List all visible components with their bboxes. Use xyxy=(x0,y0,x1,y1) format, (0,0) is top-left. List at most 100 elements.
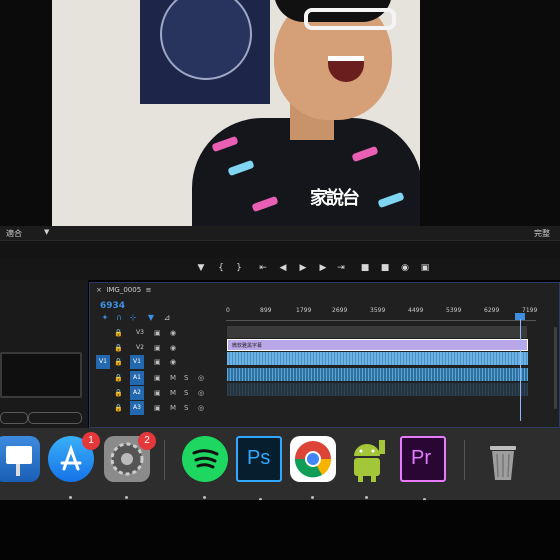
export-frame-icon[interactable]: ◉ xyxy=(398,261,412,275)
sync-lock-icon[interactable]: ▣ xyxy=(154,329,161,337)
mute-button[interactable]: M xyxy=(170,389,176,397)
mute-button[interactable]: M xyxy=(170,404,176,412)
spotify-icon[interactable] xyxy=(182,436,228,499)
step-back-icon[interactable]: ◀ xyxy=(276,261,290,275)
notification-badge: 1 xyxy=(82,432,100,450)
fit-dropdown[interactable]: 適合 xyxy=(6,228,22,239)
empty-track-area[interactable] xyxy=(227,326,527,338)
macos-dock: 1 2 Ps Pr xyxy=(0,428,560,501)
chevron-down-icon[interactable]: ▼ xyxy=(44,228,49,236)
audio-clip-a2[interactable] xyxy=(227,383,528,396)
add-marker-icon[interactable]: ▼ xyxy=(146,313,156,323)
play-icon[interactable]: ▶ xyxy=(296,261,310,275)
track-header-a1[interactable]: 🔒 A1 ▣ M S ◎ xyxy=(96,371,218,385)
keynote-icon[interactable] xyxy=(0,436,40,482)
marker-icon[interactable]: ▼ xyxy=(194,261,208,275)
lock-icon[interactable]: 🔒 xyxy=(114,344,123,352)
sync-lock-icon[interactable]: ▣ xyxy=(154,344,161,352)
sync-lock-icon[interactable]: ▣ xyxy=(154,374,161,382)
ruler-tick: 899 xyxy=(260,307,272,314)
timecode-display[interactable]: 6934 xyxy=(100,301,125,311)
running-indicator xyxy=(311,496,314,499)
microphone-icon[interactable]: ◎ xyxy=(198,389,204,397)
notification-badge: 2 xyxy=(138,432,156,450)
lock-icon[interactable]: 🔒 xyxy=(114,329,123,337)
go-to-out-icon[interactable]: ⇥ xyxy=(334,261,348,275)
track-header-a3[interactable]: 🔒 A3 ▣ M S ◎ xyxy=(96,401,218,415)
chrome-glyph xyxy=(294,441,332,478)
audio-clip-a1[interactable] xyxy=(227,368,528,381)
extract-icon[interactable]: ■ xyxy=(378,261,392,275)
subtitle-clip-label: 微软雅黑字幕 xyxy=(232,343,263,349)
trash-glyph xyxy=(490,446,516,480)
android-glyph xyxy=(354,440,385,482)
premiere-icon[interactable]: Pr xyxy=(400,436,446,501)
sync-lock-icon[interactable]: ▣ xyxy=(154,404,161,412)
sequence-tab-label: IMG_0005 xyxy=(106,286,142,294)
playhead[interactable] xyxy=(520,319,521,421)
sequence-tab[interactable]: × IMG_0005 ≡ xyxy=(96,286,152,294)
ruler-tick: 2699 xyxy=(332,307,348,314)
panel-button[interactable] xyxy=(28,412,82,424)
ruler-tick: 6299 xyxy=(484,307,500,314)
poster-graphic xyxy=(160,0,252,80)
mute-button[interactable]: M xyxy=(170,374,176,382)
step-forward-icon[interactable]: ▶ xyxy=(316,261,330,275)
wrench-icon[interactable]: ⊿ xyxy=(162,313,172,323)
screen-bezel xyxy=(0,500,560,560)
mark-in-icon[interactable]: { xyxy=(214,261,228,275)
solo-button[interactable]: S xyxy=(184,374,188,382)
eye-icon[interactable]: ◉ xyxy=(170,344,176,352)
sync-lock-icon[interactable]: ▣ xyxy=(154,389,161,397)
ruler-tick: 0 xyxy=(226,307,230,314)
trash-icon[interactable] xyxy=(480,436,526,482)
dock-separator xyxy=(464,440,465,480)
photoshop-label: Ps xyxy=(247,447,271,469)
lock-icon[interactable]: 🔒 xyxy=(114,404,123,412)
nest-icon[interactable]: ✦ xyxy=(100,313,110,323)
lock-icon[interactable]: 🔒 xyxy=(114,358,123,366)
track-name: V3 xyxy=(136,329,144,336)
eye-icon[interactable]: ◉ xyxy=(170,358,176,366)
timeline-panel: × IMG_0005 ≡ 6934 ✦ ∩ ⊹ ▼ ⊿ 0 899 1799 2… xyxy=(89,282,560,428)
monitor-scrubber[interactable] xyxy=(0,240,560,260)
running-indicator xyxy=(125,496,128,499)
running-indicator xyxy=(203,496,206,499)
track-header-v2[interactable]: 🔒 V2 ▣ ◉ xyxy=(96,341,218,355)
resolution-dropdown[interactable]: 完整 xyxy=(534,228,550,239)
source-preview xyxy=(0,352,82,398)
chrome-icon[interactable] xyxy=(290,436,336,499)
time-ruler[interactable]: 0 899 1799 2699 3599 4499 5399 6299 7199 xyxy=(226,303,546,323)
linked-selection-icon[interactable]: ⊹ xyxy=(128,313,138,323)
snap-icon[interactable]: ∩ xyxy=(114,313,124,323)
track-header-v3[interactable]: 🔒 V3 ▣ ◉ xyxy=(96,326,218,340)
solo-button[interactable]: S xyxy=(184,404,188,412)
lock-icon[interactable]: 🔒 xyxy=(114,374,123,382)
go-to-in-icon[interactable]: ⇤ xyxy=(256,261,270,275)
compare-icon[interactable]: ▣ xyxy=(418,261,432,275)
program-monitor: 家說台 xyxy=(0,0,560,228)
source-patch-v1[interactable]: V1 xyxy=(96,355,110,369)
sync-lock-icon[interactable]: ▣ xyxy=(154,358,161,366)
track-header-v1[interactable]: V1 🔒 V1 ▣ ◉ xyxy=(96,355,218,369)
shirt-text: 家說台 xyxy=(310,188,360,209)
panel-button[interactable] xyxy=(0,412,28,424)
track-header-a2[interactable]: 🔒 A2 ▣ M S ◎ xyxy=(96,386,218,400)
android-icon[interactable] xyxy=(344,436,390,499)
microphone-icon[interactable]: ◎ xyxy=(198,404,204,412)
solo-button[interactable]: S xyxy=(184,389,188,397)
lock-icon[interactable]: 🔒 xyxy=(114,389,123,397)
photoshop-icon[interactable]: Ps xyxy=(236,436,282,501)
eye-icon[interactable]: ◉ xyxy=(170,329,176,337)
spotify-glyph xyxy=(192,449,219,469)
system-preferences-icon[interactable]: 2 xyxy=(104,432,156,499)
app-store-icon[interactable]: 1 xyxy=(48,432,100,499)
microphone-icon[interactable]: ◎ xyxy=(198,374,204,382)
mark-out-icon[interactable]: } xyxy=(232,261,246,275)
transport-controls: ▼ { } ⇤ ◀ ▶ ▶ ⇥ ■ ■ ◉ ▣ xyxy=(0,258,560,280)
lift-icon[interactable]: ■ xyxy=(358,261,372,275)
track-name: A2 xyxy=(130,386,144,400)
video-clip[interactable] xyxy=(227,352,528,365)
subtitle-clip[interactable]: 微软雅黑字幕 xyxy=(227,339,528,351)
vertical-scrollbar[interactable] xyxy=(554,327,557,409)
